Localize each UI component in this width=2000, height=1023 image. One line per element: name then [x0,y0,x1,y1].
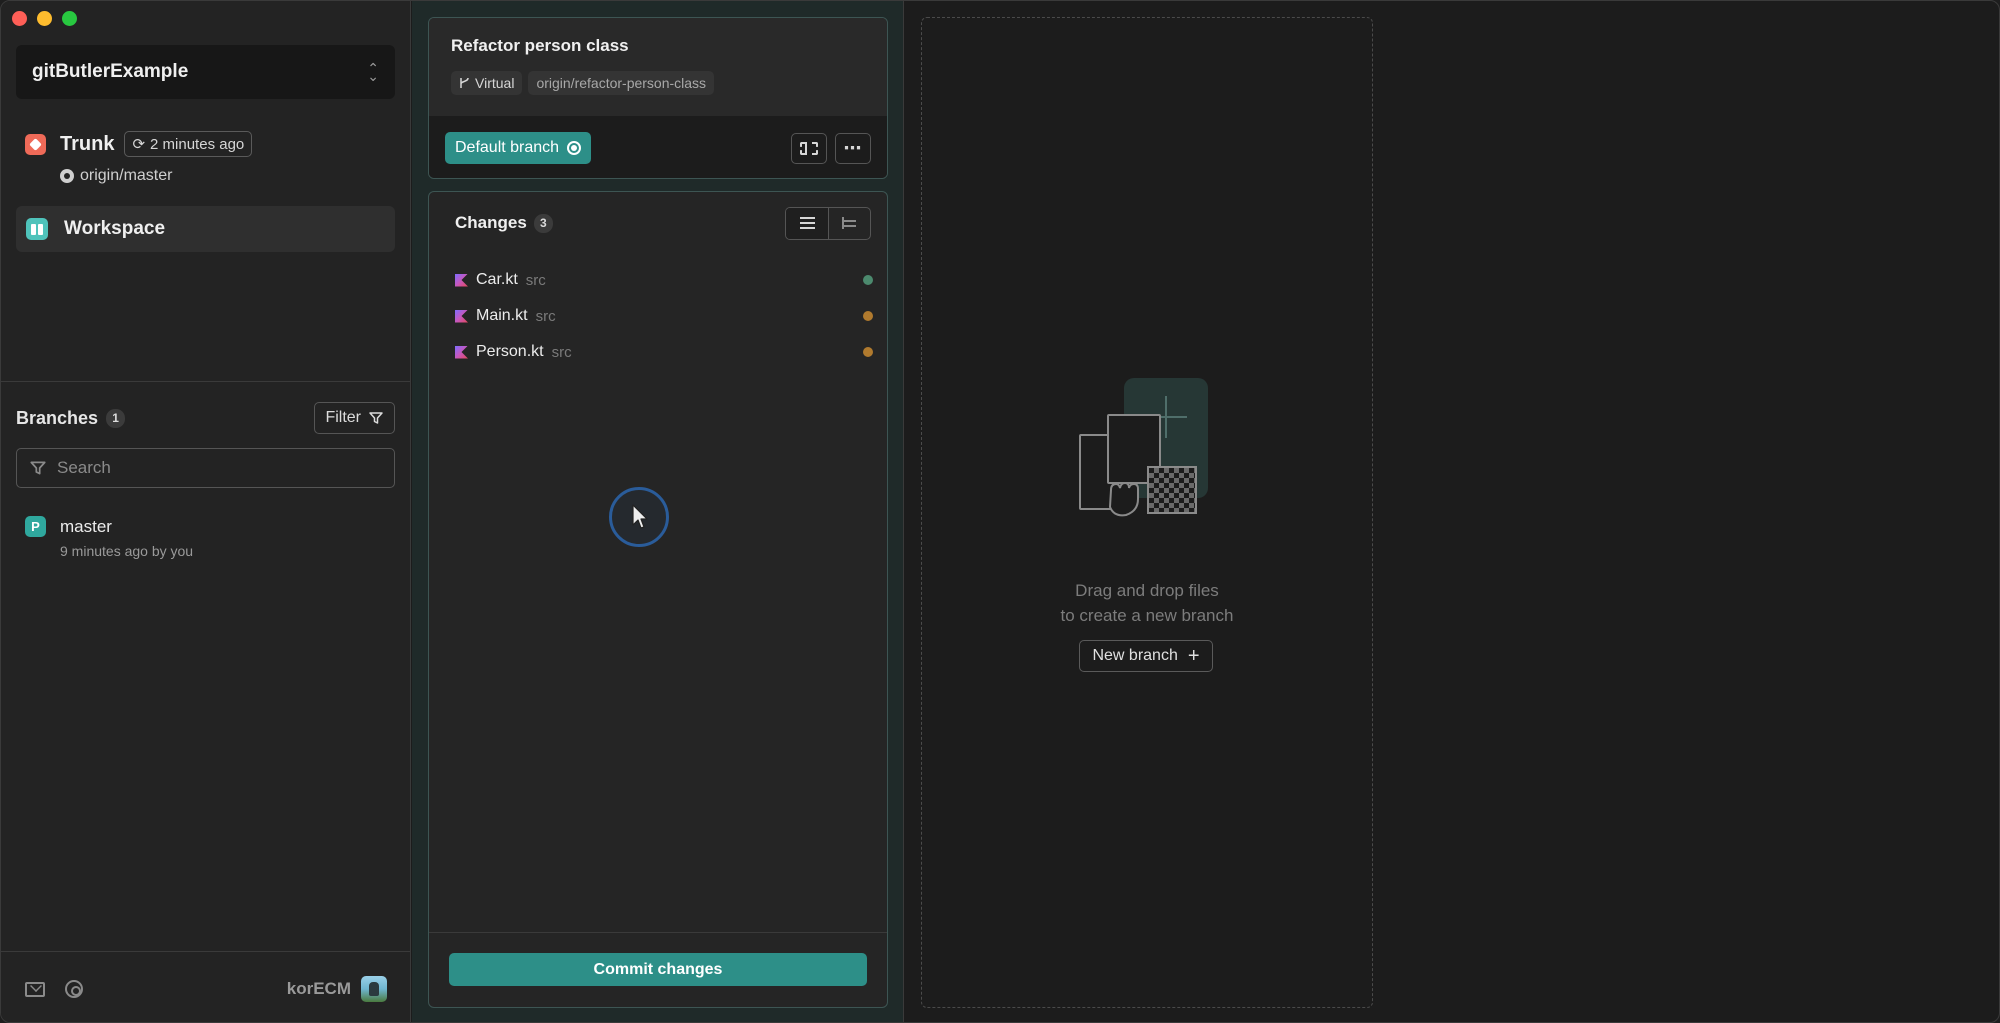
file-row[interactable]: Car.kt src [455,262,873,298]
branch-header-card: Refactor person class Virtual origin/ref… [428,17,888,179]
list-view-button[interactable] [786,207,828,239]
virtual-tag: Virtual [451,71,523,95]
sync-icon: ⟳ [132,136,146,153]
branch-meta: 9 minutes ago by you [60,543,194,559]
sidebar-divider [1,381,411,382]
trunk-icon [25,133,46,155]
filter-button[interactable]: Filter [314,402,395,434]
branch-title[interactable]: Refactor person class [451,36,865,56]
more-icon: ⋯ [843,138,863,158]
trunk-label: Trunk [60,132,115,155]
file-status-dot [863,275,873,285]
target-icon [567,141,582,155]
file-status-dot [863,347,873,357]
dropzone-line-2: to create a new branch [1060,606,1234,625]
commit-area: Commit changes [429,932,887,1007]
list-icon [799,217,815,229]
minimize-window-button[interactable] [37,11,52,26]
kotlin-file-icon [455,346,468,359]
window-controls [12,11,77,26]
sidebar-footer: korECM [25,976,387,1002]
more-options-button[interactable]: ⋯ [835,132,871,164]
mouse-cursor-icon [632,504,648,529]
branch-icon: P [25,516,46,537]
collapse-lane-button[interactable] [791,132,827,164]
chevron-up-down-icon: ⌃ ⌄ [367,60,379,84]
file-row[interactable]: Person.kt src [455,334,873,370]
branch-list-item[interactable]: P master 9 minutes ago by you [25,516,395,559]
file-row[interactable]: Main.kt src [455,298,873,334]
workspace-icon [26,218,48,240]
avatar [361,976,387,1002]
virtual-tag-label: Virtual [475,75,515,91]
app-window: gitButlerExample ⌃ ⌄ Trunk ⟳ 2 minutes ag… [0,0,2000,1023]
branch-fork-icon [460,77,469,88]
username: korECM [286,979,351,998]
commit-button[interactable]: Commit changes [449,953,867,986]
trunk-item[interactable]: Trunk ⟳ 2 minutes ago origin/master [25,131,395,185]
tree-view-button[interactable] [828,207,870,239]
file-status-dot [863,311,873,321]
maximize-window-button[interactable] [62,11,77,26]
filter-label: Filter [325,409,361,426]
default-branch-button[interactable]: Default branch [445,132,592,164]
sync-time: 2 minutes ago [150,135,245,153]
sidebar-item-workspace[interactable]: Workspace [16,206,395,252]
file-path: src [551,343,572,361]
trunk-remote: origin/master [80,167,173,184]
user-profile[interactable]: korECM [287,976,387,1002]
changes-count: 3 [533,213,553,233]
github-icon [60,169,74,183]
file-name: Person.kt [476,343,544,360]
dropzone-text: Drag and drop files to create a new bran… [922,578,1372,628]
search-input[interactable] [57,458,377,478]
new-branch-dropzone[interactable]: Drag and drop files to create a new bran… [921,17,1373,1008]
changes-card: Changes 3 Car.kt src Main.kt src Person.… [428,191,888,1008]
close-window-button[interactable] [12,11,27,26]
settings-icon[interactable] [65,980,83,998]
view-toggle [785,206,871,240]
kotlin-file-icon [455,310,468,323]
plus-icon: + [1187,645,1200,667]
file-name: Car.kt [476,271,518,288]
branch-name: master [60,516,112,536]
new-branch-button[interactable]: New branch + [1079,640,1213,672]
remote-branch-tag[interactable]: origin/refactor-person-class [528,71,715,95]
changes-title: Changes [455,213,527,232]
workspace-label: Workspace [64,218,166,239]
tree-icon [842,217,857,229]
new-branch-label: New branch [1092,647,1178,664]
collapse-icon [800,141,818,155]
file-list: Car.kt src Main.kt src Person.kt src [455,262,873,370]
file-path: src [535,307,556,325]
project-selector[interactable]: gitButlerExample ⌃ ⌄ [16,45,395,99]
filter-icon [369,412,383,424]
kotlin-file-icon [455,274,468,287]
branch-search[interactable] [16,448,395,488]
default-branch-label: Default branch [455,139,560,156]
branches-title: Branches [16,407,99,428]
project-name: gitButlerExample [32,61,189,82]
file-name: Main.kt [476,307,528,324]
branches-count: 1 [106,408,126,428]
mail-icon[interactable] [25,981,45,997]
filter-icon [30,461,46,475]
file-path: src [525,271,546,289]
footer-divider [1,951,411,952]
sync-badge[interactable]: ⟳ 2 minutes ago [124,131,253,157]
sidebar: gitButlerExample ⌃ ⌄ Trunk ⟳ 2 minutes ag… [1,1,411,1022]
branches-header: Branches 1 Filter [16,401,395,435]
dropzone-line-1: Drag and drop files [1075,581,1219,600]
drop-files-illustration [1077,378,1217,548]
